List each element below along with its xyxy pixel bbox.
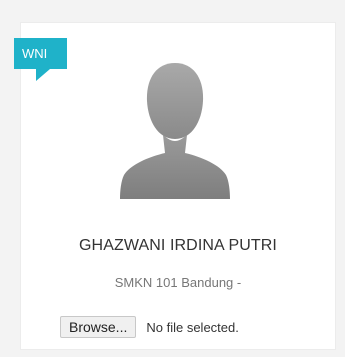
badge-tail <box>36 69 50 81</box>
file-status-text: No file selected. <box>146 319 239 335</box>
browse-button[interactable]: Browse... <box>60 316 137 338</box>
default-user-silhouette-icon <box>120 63 230 199</box>
school-label: SMKN 101 Bandung - <box>114 275 242 290</box>
student-name: GHAZWANI IRDINA PUTRI <box>79 237 277 254</box>
nationality-badge: WNI <box>14 38 67 69</box>
page: WNI GHAZWANI IRDINA PUTRI SMKN 101 Bandu… <box>0 0 345 357</box>
photo-file-input[interactable]: Browse... No file selected. <box>60 315 239 339</box>
